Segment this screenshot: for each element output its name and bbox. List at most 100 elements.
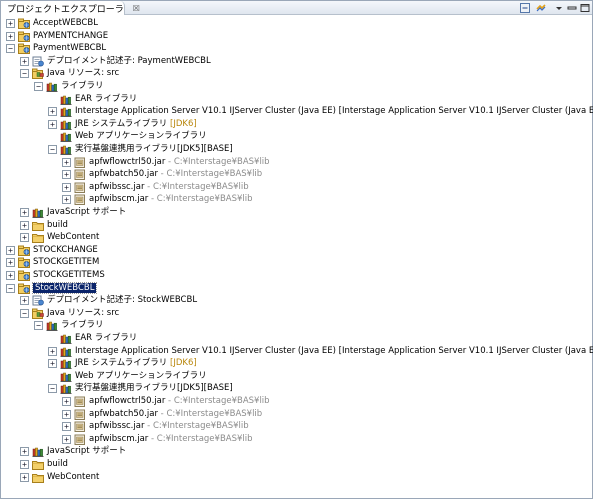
tree-row[interactable]: EAR ライブラリ [1, 332, 591, 345]
tree-item-label[interactable]: JavaScript サポート [47, 206, 126, 219]
tree-row[interactable]: + apfwibssc.jar - C:¥Interstage¥BAS¥lib [1, 181, 591, 194]
close-icon[interactable]: ☒ [133, 4, 140, 13]
expand-icon[interactable]: + [6, 19, 15, 28]
tree-item-label[interactable]: ライブラリ [61, 80, 104, 93]
tree-row[interactable]: + apfwibscm.jar - C:¥Interstage¥BAS¥lib [1, 433, 591, 446]
tree-item-label[interactable]: StockWEBCBL [31, 281, 98, 295]
tree-item-label[interactable]: apfwibssc.jar - C:¥Interstage¥BAS¥lib [89, 181, 249, 194]
tree-item-label[interactable]: STOCKCHANGE [33, 244, 98, 257]
collapse-icon[interactable]: − [34, 82, 43, 91]
tree-item-label[interactable]: JavaScript サポート [47, 445, 126, 458]
maximize-icon[interactable] [580, 3, 590, 13]
tree-item-label[interactable]: WebContent [47, 231, 99, 244]
tree-item-label[interactable]: Interstage Application Server V10.1 IJSe… [75, 345, 593, 358]
tree-item-label[interactable]: JRE システムライブラリ [JDK6] [75, 118, 197, 131]
tab-project-explorer[interactable]: プロジェクトエクスプローラ ☒ [1, 1, 140, 15]
tree-row[interactable]: − PaymentWEBCBL [1, 42, 591, 55]
tree-row[interactable]: + JRE システムライブラリ [JDK6] [1, 357, 591, 370]
tree-row[interactable]: + Interstage Application Server V10.1 IJS… [1, 345, 593, 358]
tree-item-label[interactable]: apfwbatch50.jar - C:¥Interstage¥BAS¥lib [89, 408, 262, 421]
tree-row[interactable]: + STOCKCHANGE [1, 244, 591, 257]
expand-icon[interactable]: + [20, 233, 29, 243]
expand-icon[interactable]: + [62, 157, 71, 167]
expand-icon[interactable]: + [62, 422, 71, 432]
tree-item-label[interactable]: デプロイメント記述子: StockWEBCBL [47, 294, 197, 307]
tree-item-label[interactable]: 実行基盤連携用ライブラリ[JDK5][BASE] [75, 382, 233, 395]
expand-icon[interactable]: + [6, 258, 15, 268]
tree-row[interactable]: Web アプリケーションライブラリ [1, 130, 591, 143]
tree-row[interactable]: − Java リソース: src [1, 307, 591, 320]
expand-icon[interactable]: + [20, 460, 29, 469]
tree-item-label[interactable]: WebContent [47, 471, 99, 484]
expand-icon[interactable]: + [20, 56, 29, 66]
tree-item-label[interactable]: Interstage Application Server V10.1 IJSe… [75, 105, 593, 118]
collapse-all-icon[interactable] [520, 3, 530, 13]
tree-item-label[interactable]: Web アプリケーションライブラリ [75, 130, 207, 143]
expand-icon[interactable]: + [48, 359, 57, 369]
tree-row[interactable]: + build [1, 458, 591, 471]
tree-row[interactable]: + JRE システムライブラリ [JDK6] [1, 118, 591, 131]
expand-icon[interactable]: + [48, 107, 57, 117]
tree-item-label[interactable]: EAR ライブラリ [75, 93, 137, 106]
tree-row[interactable]: + JavaScript サポート [1, 445, 591, 458]
tree-row[interactable]: − Java リソース: src [1, 67, 591, 80]
tree-row[interactable]: − ライブラリ [1, 80, 591, 93]
tree-item-label[interactable]: PaymentWEBCBL [33, 42, 106, 55]
tree-item-label[interactable]: build [47, 458, 68, 471]
expand-icon[interactable]: + [6, 31, 15, 41]
expand-icon[interactable]: + [62, 434, 71, 444]
tree-item-label[interactable]: AcceptWEBCBL [33, 17, 98, 30]
expand-icon[interactable]: + [62, 397, 71, 406]
tree-row[interactable]: + WebContent [1, 471, 591, 484]
tree-row[interactable]: EAR ライブラリ [1, 93, 591, 106]
tree-item-label[interactable]: apfwbatch50.jar - C:¥Interstage¥BAS¥lib [89, 168, 262, 181]
tree-row[interactable]: + apfwflowctrl50.jar - C:¥Interstage¥BAS¥… [1, 395, 591, 408]
tree-item-label[interactable]: apfwibssc.jar - C:¥Interstage¥BAS¥lib [89, 420, 249, 433]
minimize-icon[interactable] [567, 3, 577, 13]
tree-row[interactable]: − 実行基盤連携用ライブラリ[JDK5][BASE] [1, 382, 591, 395]
tree-row[interactable]: + デプロイメント記述子: StockWEBCBL [1, 294, 591, 307]
collapse-icon[interactable]: − [48, 145, 57, 154]
expand-icon[interactable]: + [62, 170, 71, 180]
collapse-icon[interactable]: − [20, 69, 29, 79]
tree-row[interactable]: − StockWEBCBL [1, 281, 591, 295]
tree-row[interactable]: + apfwbatch50.jar - C:¥Interstage¥BAS¥lib [1, 168, 591, 181]
tree-row[interactable]: + WebContent [1, 231, 591, 244]
tree-row[interactable]: + PAYMENTCHANGE [1, 30, 591, 43]
expand-icon[interactable]: + [20, 208, 29, 217]
collapse-icon[interactable]: − [48, 384, 57, 394]
link-with-editor-icon[interactable] [536, 3, 546, 13]
tree-item-label[interactable]: apfwflowctrl50.jar - C:¥Interstage¥BAS¥l… [89, 395, 270, 408]
tree-row[interactable]: + JavaScript サポート [1, 206, 591, 219]
expand-icon[interactable]: + [20, 296, 29, 306]
tree-row[interactable]: + Interstage Application Server V10.1 IJS… [1, 105, 593, 118]
tree-row[interactable]: + apfwbatch50.jar - C:¥Interstage¥BAS¥lib [1, 408, 591, 421]
view-menu-icon[interactable] [554, 3, 564, 13]
tree-item-label[interactable]: EAR ライブラリ [75, 332, 137, 345]
tree-row[interactable]: + apfwflowctrl50.jar - C:¥Interstage¥BAS¥… [1, 156, 591, 169]
expand-icon[interactable]: + [48, 346, 57, 356]
tree-item-label[interactable]: build [47, 219, 68, 232]
tree-row[interactable]: + STOCKGETITEMS [1, 269, 591, 282]
tree-item-label[interactable]: apfwibscm.jar - C:¥Interstage¥BAS¥lib [89, 433, 253, 446]
tree-item-label[interactable]: STOCKGETITEM [33, 256, 99, 269]
collapse-icon[interactable]: − [20, 308, 29, 318]
tree-row[interactable]: Web アプリケーションライブラリ [1, 370, 591, 383]
expand-icon[interactable]: + [20, 447, 29, 457]
tree-row[interactable]: + build [1, 219, 591, 232]
collapse-icon[interactable]: − [6, 283, 15, 293]
expand-icon[interactable]: + [20, 220, 29, 230]
tree-item-label[interactable]: STOCKGETITEMS [33, 269, 105, 282]
tree-item-label[interactable]: PAYMENTCHANGE [33, 30, 108, 43]
tree-row[interactable]: + apfwibscm.jar - C:¥Interstage¥BAS¥lib [1, 193, 591, 206]
collapse-icon[interactable]: − [6, 44, 15, 54]
tree-item-label[interactable]: apfwibscm.jar - C:¥Interstage¥BAS¥lib [89, 193, 253, 206]
tree-item-label[interactable]: Java リソース: src [47, 307, 119, 320]
expand-icon[interactable]: + [20, 472, 29, 482]
collapse-icon[interactable]: − [34, 321, 43, 331]
tree-item-label[interactable]: ライブラリ [61, 319, 104, 332]
tree-item-label[interactable]: JRE システムライブラリ [JDK6] [75, 357, 197, 370]
tree-item-label[interactable]: apfwflowctrl50.jar - C:¥Interstage¥BAS¥l… [89, 156, 270, 169]
tree-row[interactable]: + STOCKGETITEM [1, 256, 591, 269]
tree-row[interactable]: + デプロイメント記述子: PaymentWEBCBL [1, 55, 591, 68]
